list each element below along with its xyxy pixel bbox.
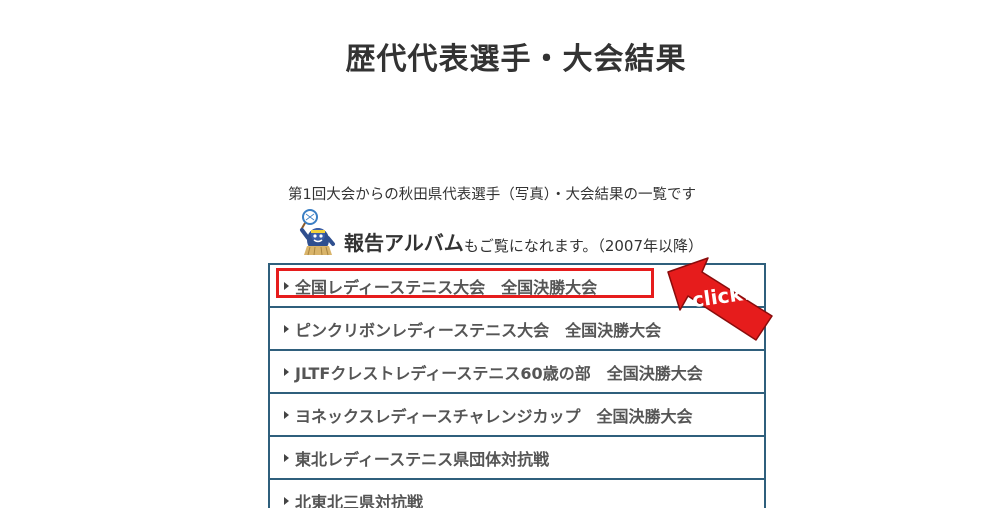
tennis-mascot-icon [300, 209, 335, 256]
album-row: 報告アルバム もご覧になれます。（2007年以降） [296, 206, 703, 258]
list-item-north-tohoku[interactable]: 北東北三県対抗戦 [270, 480, 764, 508]
list-item-yonex-challenge[interactable]: ヨネックスレディースチャレンジカップ 全国決勝大会 [270, 394, 764, 437]
list-item-pink-ribbon[interactable]: ピンクリボンレディーステニス大会 全国決勝大会 [270, 308, 764, 351]
caret-right-icon [284, 496, 289, 505]
list-item-label: ヨネックスレディースチャレンジカップ 全国決勝大会 [295, 406, 693, 426]
caret-right-icon [284, 281, 289, 290]
page-title: 歴代代表選手・大会結果 [345, 42, 687, 77]
list-item-national-ladies-tennis[interactable]: 全国レディーステニス大会 全国決勝大会 [270, 265, 764, 308]
album-link[interactable]: 報告アルバム [344, 227, 464, 256]
page: 歴代代表選手・大会結果 第1回大会からの秋田県代表選手（写真）・大会結果の一覧で… [0, 0, 986, 508]
intro-text: 第1回大会からの秋田県代表選手（写真）・大会結果の一覧です [288, 187, 696, 203]
album-suffix-text: もご覧になれます。（2007年以降） [463, 237, 703, 255]
tournament-list: 全国レディーステニス大会 全国決勝大会 ピンクリボンレディーステニス大会 全国決… [268, 263, 766, 508]
caret-right-icon [284, 367, 289, 376]
list-item-label: 全国レディーステニス大会 全国決勝大会 [295, 277, 598, 297]
list-item-tohoku-team[interactable]: 東北レディーステニス県団体対抗戦 [270, 437, 764, 480]
caret-right-icon [284, 324, 289, 333]
list-item-jltf-crest[interactable]: JLTFクレストレディーステニス60歳の部 全国決勝大会 [270, 351, 764, 394]
list-item-label: 北東北三県対抗戦 [295, 492, 424, 508]
caret-right-icon [284, 453, 289, 462]
list-item-label: 東北レディーステニス県団体対抗戦 [295, 449, 550, 469]
caret-right-icon [284, 410, 289, 419]
list-item-label: JLTFクレストレディーステニス60歳の部 全国決勝大会 [295, 363, 703, 383]
list-item-label: ピンクリボンレディーステニス大会 全国決勝大会 [295, 320, 662, 340]
